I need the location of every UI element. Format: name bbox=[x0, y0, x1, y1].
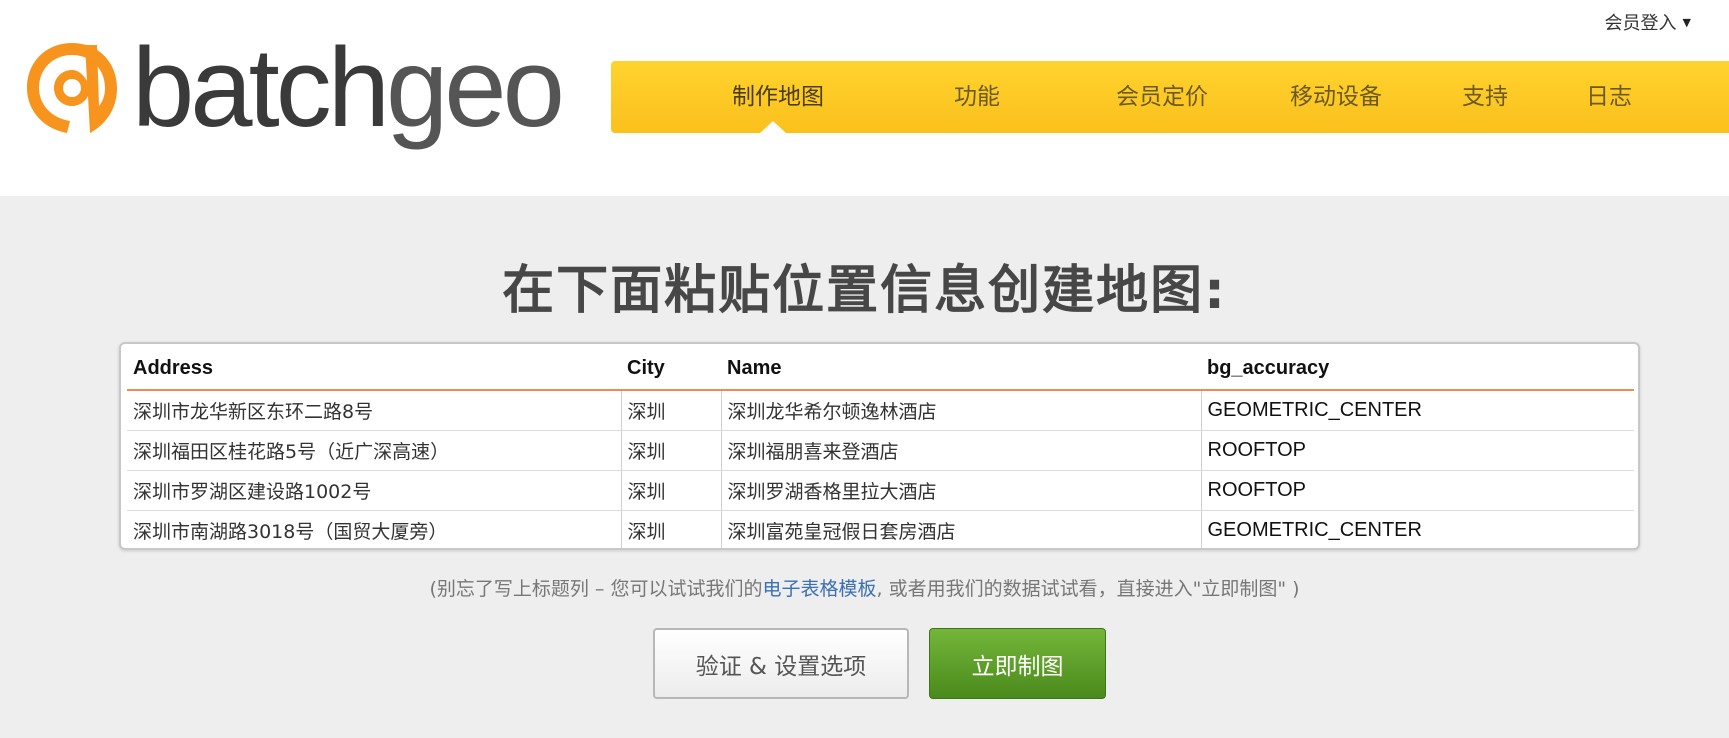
logo-text-batch: batch bbox=[132, 25, 390, 150]
table-cell-name: 深圳罗湖香格里拉大酒店 bbox=[720, 470, 1201, 511]
site-header: 会员登入 ▼ batchgeo 制作地图 功能 会员定价 移动设备 支持 日志 bbox=[0, 0, 1729, 196]
nav-blog[interactable]: 日志 bbox=[1586, 61, 1632, 133]
table-cell-address: 深圳市龙华新区东环二路8号 bbox=[127, 390, 621, 431]
nav-mobile[interactable]: 移动设备 bbox=[1290, 61, 1382, 133]
table-cell-bg-accuracy: ROOFTOP bbox=[1200, 430, 1634, 471]
table-cell-address: 深圳福田区桂花路5号（近广深高速） bbox=[127, 430, 621, 471]
make-map-button[interactable]: 立即制图 bbox=[929, 628, 1106, 699]
data-paste-area[interactable]: Address City Name bg_accuracy 深圳市龙华新区东环二… bbox=[119, 342, 1640, 550]
table-cell-address: 深圳市南湖路3018号（国贸大厦旁） bbox=[133, 520, 448, 543]
table-row: 深圳市龙华新区东环二路8号 深圳 深圳龙华希尔顿逸林酒店 GEOMETRIC_C… bbox=[127, 390, 1634, 431]
table-row: 深圳市罗湖区建设路1002号 深圳 深圳罗湖香格里拉大酒店 ROOFTOP bbox=[127, 470, 1634, 511]
hint-text-after: , 或者用我们的数据试试看，直接进入"立即制图" ) bbox=[876, 578, 1300, 600]
table-cell-city: 深圳 bbox=[620, 510, 721, 548]
batchgeo-logo-icon bbox=[27, 43, 117, 133]
validate-and-options-button[interactable]: 验证 & 设置选项 bbox=[653, 628, 909, 699]
table-cell-city: 深圳 bbox=[620, 390, 721, 431]
header-row-hint: (别忘了写上标题列 – 您可以试试我们的电子表格模板, 或者用我们的数据试试看，… bbox=[0, 574, 1729, 601]
data-table: Address City Name bg_accuracy 深圳市龙华新区东环二… bbox=[127, 348, 1634, 548]
member-login-menu[interactable]: 会员登入 ▼ bbox=[1605, 9, 1691, 35]
table-header-row: Address City Name bg_accuracy bbox=[127, 348, 1634, 391]
nav-pricing[interactable]: 会员定价 bbox=[1116, 61, 1208, 133]
table-cell-city: 深圳 bbox=[620, 430, 721, 471]
table-cell-city: 深圳 bbox=[620, 470, 721, 511]
table-cell-name: 深圳福朋喜来登酒店 bbox=[720, 430, 1201, 471]
table-cell-bg-accuracy: GEOMETRIC_CENTER bbox=[1200, 510, 1634, 548]
spreadsheet-template-link[interactable]: 电子表格模板 bbox=[762, 578, 876, 600]
page-title: 在下面粘贴位置信息创建地图: bbox=[502, 261, 1227, 321]
caret-down-icon: ▼ bbox=[1682, 15, 1691, 29]
active-nav-pointer bbox=[760, 121, 786, 133]
logo-wordmark: batchgeo bbox=[132, 32, 565, 144]
table-cell-bg-accuracy: GEOMETRIC_CENTER bbox=[1200, 390, 1634, 431]
member-login-label: 会员登入 bbox=[1604, 13, 1677, 34]
table-row: 深圳市南湖路3018号（国贸大厦旁） 深圳 深圳富苑皇冠假日套房酒店 GEOME… bbox=[127, 510, 1634, 548]
table-cell-bg-accuracy: ROOFTOP bbox=[1200, 470, 1634, 511]
column-header-address: Address bbox=[127, 348, 621, 391]
table-cell-name: 深圳龙华希尔顿逸林酒店 bbox=[720, 390, 1201, 431]
column-header-name: Name bbox=[721, 348, 1201, 391]
hint-text-before: (别忘了写上标题列 – 您可以试试我们的 bbox=[429, 578, 763, 600]
nav-support[interactable]: 支持 bbox=[1462, 61, 1508, 133]
table-row: 深圳福田区桂花路5号（近广深高速） 深圳 深圳福朋喜来登酒店 ROOFTOP bbox=[127, 430, 1634, 471]
nav-features[interactable]: 功能 bbox=[954, 61, 1000, 133]
table-cell-address: 深圳市罗湖区建设路1002号 bbox=[127, 470, 621, 511]
column-header-bg-accuracy: bg_accuracy bbox=[1201, 348, 1634, 391]
column-header-city: City bbox=[621, 348, 721, 391]
logo-text-geo: geo bbox=[385, 25, 565, 150]
table-cell-name: 深圳富苑皇冠假日套房酒店 bbox=[720, 510, 1201, 548]
batchgeo-logo[interactable]: batchgeo bbox=[24, 32, 565, 144]
